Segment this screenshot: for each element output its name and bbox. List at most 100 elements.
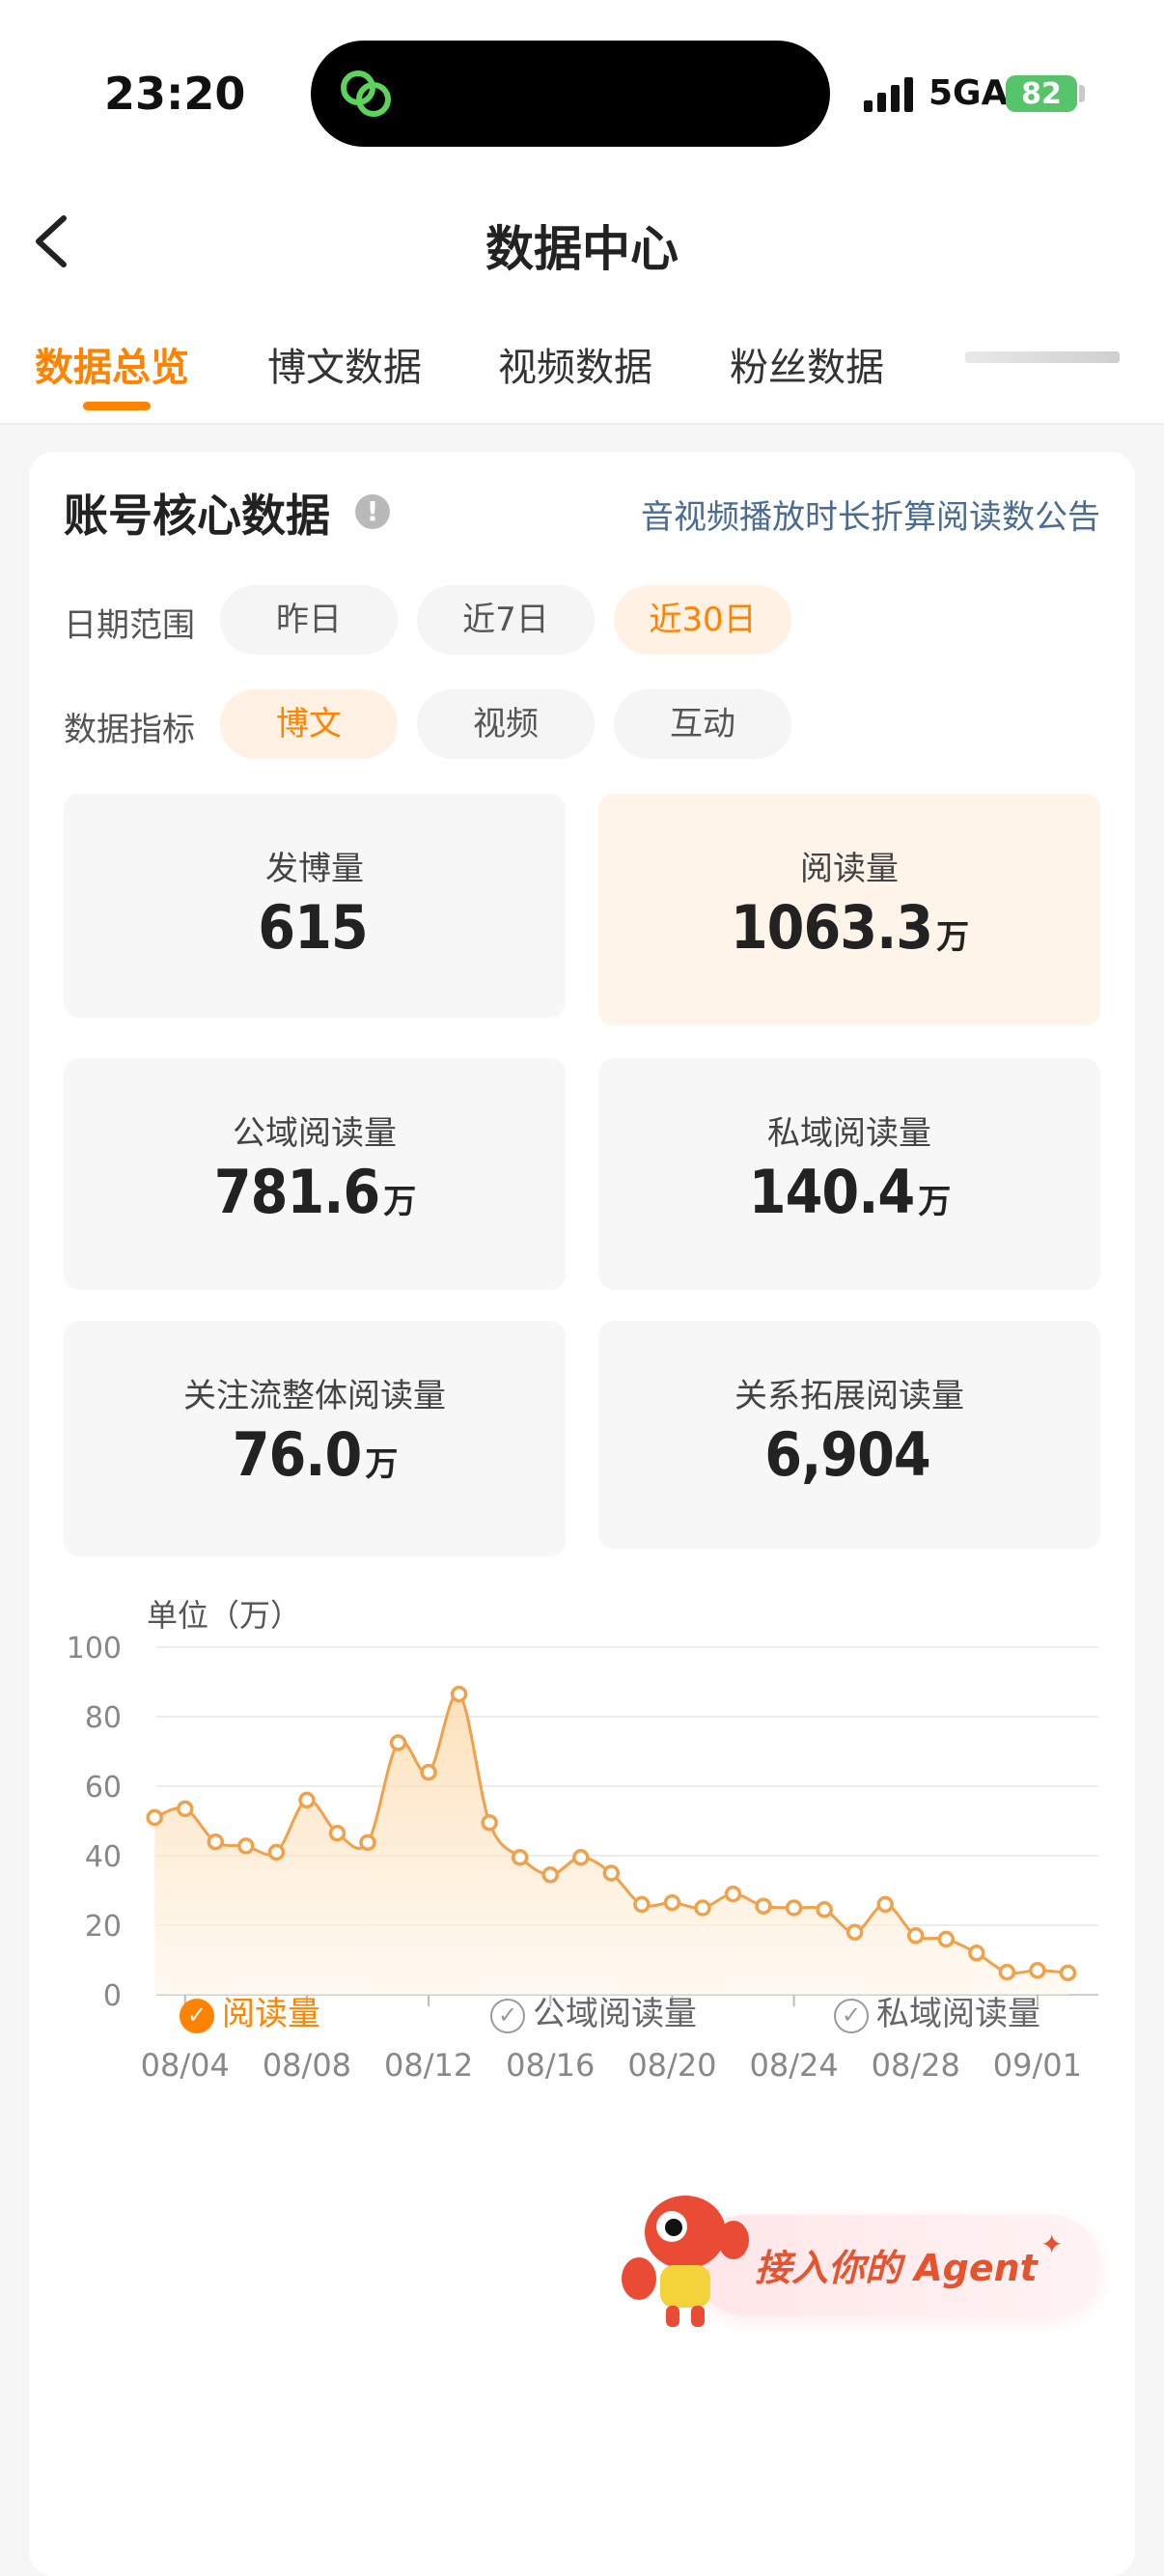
metric-value: 615 [258, 892, 368, 963]
data-point[interactable] [450, 1685, 468, 1703]
metric-label: 阅读量 [800, 850, 899, 888]
x-tick-label: 08/12 [384, 2047, 473, 2084]
data-point[interactable] [481, 1814, 498, 1832]
tab-overview[interactable]: 数据总览 [35, 336, 189, 392]
metric-card-public-reads[interactable]: 公域阅读量 781.6 万 [64, 1058, 566, 1290]
sparkle-icon: ✦ [1040, 2228, 1064, 2260]
legend-reads[interactable]: ✓ 阅读量 [180, 1987, 320, 2034]
data-point[interactable] [785, 1899, 803, 1917]
data-point[interactable] [420, 1763, 437, 1781]
data-point[interactable] [1059, 1964, 1077, 1982]
info-icon[interactable]: ! [355, 494, 390, 529]
battery-icon: 82 [1006, 75, 1077, 112]
y-tick-label: 20 [85, 1910, 122, 1944]
data-point[interactable] [267, 1843, 286, 1862]
metric-chip-interaction[interactable]: 互动 [614, 689, 791, 759]
data-point[interactable] [602, 1864, 621, 1882]
tab-fans-data[interactable]: 粉丝数据 [730, 336, 884, 392]
metric-label: 发博量 [265, 850, 364, 888]
data-point[interactable] [146, 1808, 163, 1827]
tabs-divider [0, 423, 1164, 425]
y-tick-label: 60 [85, 1771, 122, 1805]
dynamic-island [311, 41, 830, 147]
metric-card-private-reads[interactable]: 私域阅读量 140.4 万 [598, 1058, 1100, 1290]
data-point[interactable] [359, 1834, 376, 1852]
data-point[interactable] [724, 1885, 742, 1903]
data-point[interactable] [389, 1734, 407, 1751]
battery-level: 82 [1021, 76, 1062, 111]
date-chip-7d[interactable]: 近7日 [417, 585, 595, 655]
metric-value: 1063.3 万 [730, 892, 969, 963]
legend-public-reads[interactable]: ✓ 公域阅读量 [490, 1987, 697, 2034]
data-point[interactable] [633, 1895, 651, 1914]
data-point[interactable] [663, 1893, 681, 1912]
status-time: 23:20 [104, 68, 246, 120]
metric-value: 76.0 万 [232, 1419, 399, 1490]
agent-banner-text: 接入你的 Agent [755, 2247, 1038, 2289]
metric-value: 781.6 万 [213, 1157, 416, 1227]
date-chip-yesterday[interactable]: 昨日 [220, 585, 398, 655]
mascot-icon [622, 2196, 749, 2327]
tab-more-fade[interactable] [965, 351, 1120, 363]
metric-card-posts[interactable]: 发博量 615 [64, 794, 566, 1018]
date-range-label: 日期范围 [64, 606, 195, 645]
battery-tip [1079, 85, 1085, 102]
header-area: 23:20 5GA 82 数据中心 数据总览 博文数据 视频数据 粉丝数据 [0, 0, 1164, 425]
x-tick-label: 08/24 [749, 2047, 838, 2084]
metric-value: 6,904 [764, 1419, 930, 1490]
metric-label: 关系拓展阅读量 [734, 1377, 964, 1415]
check-icon: ✓ [490, 1998, 525, 2033]
y-tick-label: 0 [103, 1979, 122, 2013]
notice-link[interactable]: 音视频播放时长折算阅读数公告 [641, 490, 1100, 538]
y-tick-label: 40 [85, 1840, 122, 1874]
data-point[interactable] [907, 1927, 925, 1945]
data-point[interactable] [816, 1901, 833, 1918]
data-point[interactable] [694, 1899, 711, 1917]
data-point[interactable] [237, 1837, 255, 1855]
data-point[interactable] [755, 1897, 772, 1915]
x-tick-label: 08/20 [627, 2047, 716, 2084]
metric-card-relation-reads[interactable]: 关系拓展阅读量 6,904 [598, 1321, 1100, 1549]
data-point[interactable] [1029, 1962, 1046, 1979]
data-point[interactable] [998, 1963, 1016, 1981]
x-tick-label: 08/16 [506, 2047, 595, 2084]
metric-label: 关注流整体阅读量 [183, 1377, 446, 1415]
x-tick-label: 08/28 [872, 2047, 960, 2084]
data-point[interactable] [876, 1895, 894, 1914]
metric-card-follow-feed-reads[interactable]: 关注流整体阅读量 76.0 万 [64, 1321, 566, 1556]
check-icon: ✓ [180, 1998, 214, 2033]
data-point[interactable] [207, 1833, 225, 1851]
agent-banner[interactable]: 接入你的 Agent ✦ [618, 2196, 1105, 2327]
link-app-icon [341, 70, 391, 117]
check-icon: ✓ [834, 1998, 869, 2033]
metric-type-label: 数据指标 [64, 711, 195, 749]
data-point[interactable] [541, 1866, 560, 1884]
data-point[interactable] [328, 1824, 346, 1842]
data-point[interactable] [511, 1849, 529, 1866]
data-point[interactable] [845, 1923, 864, 1941]
metric-chip-video[interactable]: 视频 [417, 689, 595, 759]
tab-bar: 数据总览 博文数据 视频数据 粉丝数据 [0, 328, 1164, 425]
tab-video-data[interactable]: 视频数据 [498, 336, 652, 392]
data-point[interactable] [968, 1945, 985, 1962]
data-point[interactable] [937, 1930, 956, 1948]
metric-label: 私域阅读量 [767, 1114, 931, 1153]
data-point[interactable] [298, 1791, 316, 1809]
metric-chip-post[interactable]: 博文 [220, 689, 398, 759]
x-tick-label: 08/04 [141, 2047, 230, 2084]
legend-private-reads[interactable]: ✓ 私域阅读量 [834, 1987, 1040, 2034]
x-tick-label: 09/01 [993, 2047, 1082, 2084]
date-chip-30d[interactable]: 近30日 [614, 585, 791, 655]
metric-card-reads[interactable]: 阅读量 1063.3 万 [598, 794, 1100, 1025]
network-type: 5GA [928, 73, 1009, 113]
x-tick-label: 08/08 [263, 2047, 351, 2084]
tab-post-data[interactable]: 博文数据 [267, 336, 422, 392]
page-title: 数据中心 [485, 221, 679, 277]
active-tab-indicator [83, 402, 151, 410]
data-point[interactable] [572, 1849, 590, 1866]
signal-icon [864, 77, 913, 112]
metric-value: 140.4 万 [748, 1157, 951, 1227]
series-area [154, 1693, 1068, 1995]
metric-label: 公域阅读量 [233, 1114, 397, 1153]
data-point[interactable] [177, 1800, 194, 1818]
